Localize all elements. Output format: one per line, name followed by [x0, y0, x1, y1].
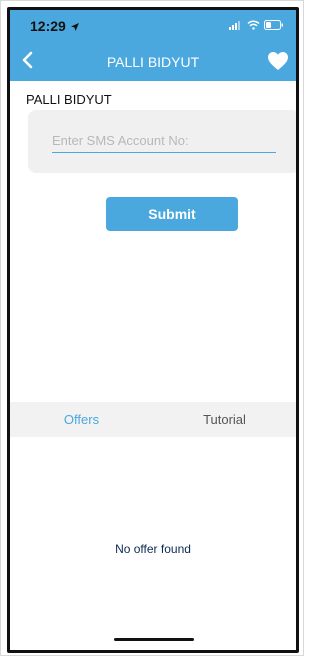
tab-tutorial[interactable]: Tutorial	[153, 402, 296, 437]
wifi-icon	[247, 19, 260, 33]
tab-bar: Offers Tutorial	[10, 402, 296, 437]
sms-account-input[interactable]	[52, 128, 276, 153]
location-arrow-icon	[70, 18, 80, 34]
empty-state-message: No offer found	[115, 542, 191, 556]
sms-input-card	[28, 110, 296, 173]
status-icons	[229, 19, 284, 33]
heart-icon	[266, 52, 290, 77]
battery-icon	[264, 19, 284, 33]
section-title: PALLI BIDYUT	[26, 92, 112, 107]
signal-bars-icon	[229, 19, 243, 33]
status-time: 12:29	[30, 18, 80, 34]
app-header: 12:29 PALLI BIDYUT	[10, 10, 296, 81]
home-indicator[interactable]	[114, 638, 194, 641]
status-bar: 12:29	[10, 10, 296, 44]
submit-button[interactable]: Submit	[106, 197, 238, 231]
favorite-button[interactable]	[266, 49, 290, 73]
nav-bar: PALLI BIDYUT	[10, 44, 296, 81]
phone-screen: 12:29 PALLI BIDYUT PALLI BIDYUT Enter SM…	[7, 7, 299, 653]
screenshot-frame: 12:29 PALLI BIDYUT PALLI BIDYUT Enter SM…	[0, 0, 304, 656]
page-title: PALLI BIDYUT	[106, 54, 200, 70]
tab-offers[interactable]: Offers	[10, 402, 153, 437]
